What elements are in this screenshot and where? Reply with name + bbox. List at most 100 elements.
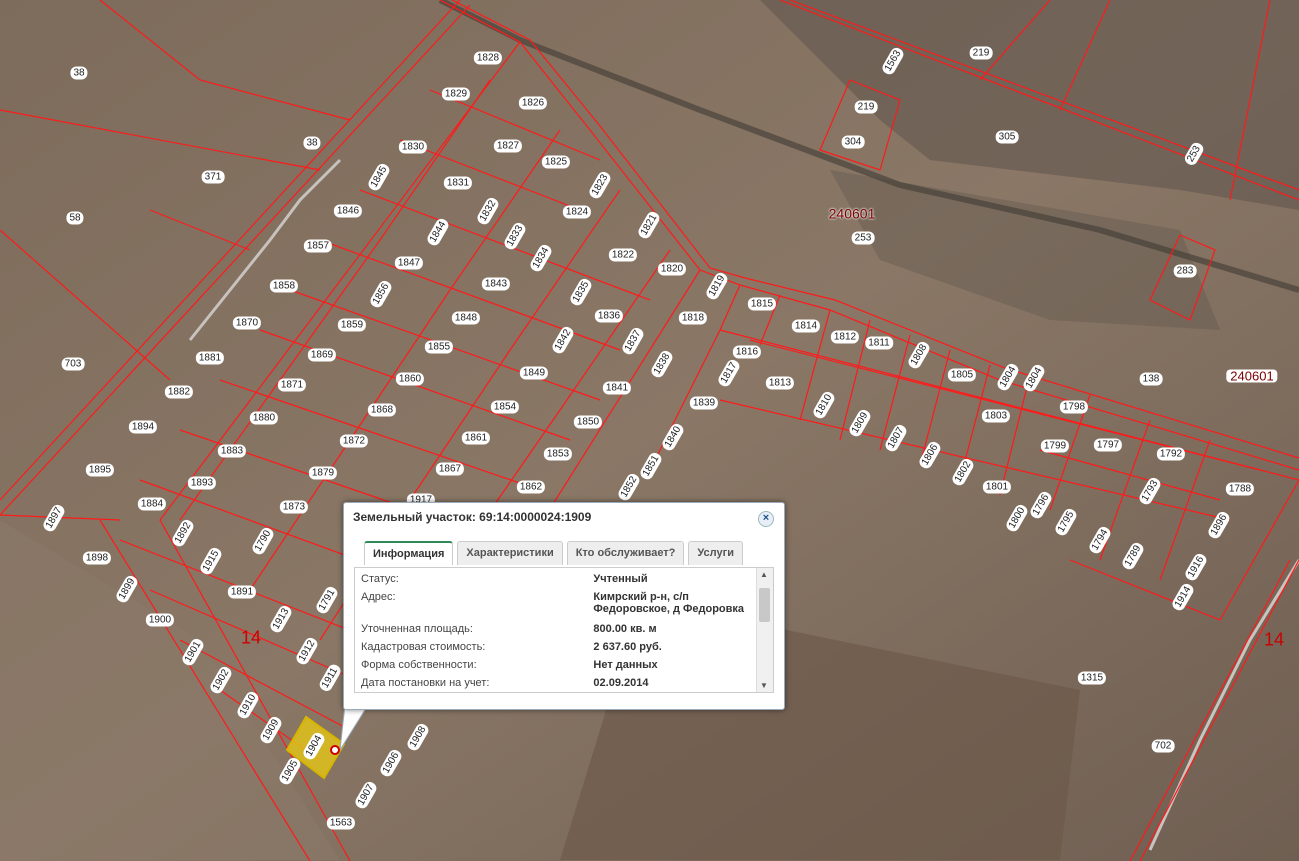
parcel-label: 1848 [451, 311, 481, 325]
info-row-ownership: Форма собственности: Нет данных [361, 659, 753, 671]
tab-who-serves[interactable]: Кто обслуживает? [566, 541, 685, 565]
parcel-label: 1879 [308, 466, 338, 480]
zone-label: 14 [1263, 629, 1285, 650]
parcel-label: 1857 [303, 239, 333, 253]
parcel-label: 702 [1151, 739, 1175, 753]
parcel-label: 1858 [269, 279, 299, 293]
parcel-info-popup: Земельный участок: 69:14:0000024:1909 × … [343, 502, 785, 710]
parcel-label: 1825 [541, 155, 571, 169]
parcel-label: 1813 [765, 376, 795, 390]
parcel-label: 1841 [602, 381, 632, 395]
parcel-label: 1830 [398, 140, 428, 154]
parcel-label: 1799 [1040, 439, 1070, 453]
close-icon[interactable]: × [758, 511, 774, 527]
parcel-label: 1900 [145, 613, 175, 627]
parcel-label: 1861 [461, 431, 491, 445]
parcel-label: 1801 [982, 480, 1012, 494]
popup-pointer [340, 705, 369, 751]
row-key: Форма собственности: [361, 659, 477, 671]
parcel-label: 1805 [947, 368, 977, 382]
parcel-label: 1792 [1156, 447, 1186, 461]
parcel-label: 1898 [82, 551, 112, 565]
location-marker-icon [330, 745, 340, 755]
parcel-label: 1846 [333, 204, 363, 218]
parcel-label: 304 [841, 135, 865, 149]
parcel-label: 1315 [1077, 671, 1107, 685]
parcel-label: 1872 [339, 434, 369, 448]
satellite-map[interactable] [0, 0, 1299, 861]
parcel-label: 1853 [543, 447, 573, 461]
parcel-label: 1816 [732, 345, 762, 359]
row-key: Уточненная площадь: [361, 623, 473, 635]
row-value: Нет данных [593, 659, 658, 671]
info-panel: Статус: Учтенный Адрес: Кимрский р-н, с/… [354, 567, 774, 693]
parcel-label: 1860 [395, 372, 425, 386]
scrollbar[interactable]: ▲ ▼ [756, 568, 773, 692]
parcel-label: 1871 [277, 378, 307, 392]
parcel-label: 1818 [678, 311, 708, 325]
parcel-label: 1839 [689, 396, 719, 410]
row-key: Адрес: [361, 591, 396, 603]
parcel-label: 1812 [830, 330, 860, 344]
parcel-label: 38 [70, 66, 88, 80]
parcel-label: 1883 [217, 444, 247, 458]
parcel-label: 1868 [367, 403, 397, 417]
parcel-label: 1870 [232, 316, 262, 330]
parcel-label: 371 [201, 170, 225, 184]
parcel-label: 1822 [608, 248, 638, 262]
parcel-label: 138 [1139, 372, 1163, 386]
parcel-label: 1893 [187, 476, 217, 490]
parcel-label: 1788 [1225, 482, 1255, 496]
parcel-label: 1854 [490, 400, 520, 414]
parcel-label: 703 [61, 357, 85, 371]
parcel-label: 1815 [747, 297, 777, 311]
parcel-label: 1563 [326, 816, 356, 830]
scroll-down-icon[interactable]: ▼ [760, 681, 768, 690]
parcel-label: 1814 [791, 319, 821, 333]
tab-info[interactable]: Информация [364, 541, 454, 565]
scroll-up-icon[interactable]: ▲ [760, 570, 768, 579]
parcel-label: 1867 [435, 462, 465, 476]
parcel-label: 1894 [128, 420, 158, 434]
scroll-thumb[interactable] [759, 588, 770, 622]
row-value: 2 637.60 руб. [593, 641, 662, 653]
parcel-label: 1880 [249, 411, 279, 425]
parcel-label: 1831 [443, 176, 473, 190]
parcel-label: 283 [1173, 264, 1197, 278]
parcel-label: 1797 [1093, 438, 1123, 452]
parcel-label: 38 [303, 136, 321, 150]
parcel-label: 1884 [137, 497, 167, 511]
parcel-label: 1820 [657, 262, 687, 276]
parcel-label: 1873 [279, 500, 309, 514]
parcel-label: 1803 [981, 409, 1011, 423]
info-row-status: Статус: Учтенный [361, 573, 753, 585]
parcel-label: 58 [66, 211, 84, 225]
info-row-cost: Кадастровая стоимость: 2 637.60 руб. [361, 641, 753, 653]
row-value: 800.00 кв. м [593, 623, 657, 635]
parcel-label: 1855 [424, 340, 454, 354]
info-row-address: Адрес: Кимрский р-н, с/п Федоровское, д … [361, 591, 753, 615]
parcel-label: 1859 [337, 318, 367, 332]
parcel-label: 1850 [573, 415, 603, 429]
parcel-label: 1826 [518, 96, 548, 110]
tab-services[interactable]: Услуги [688, 541, 743, 565]
info-row-area: Уточненная площадь: 800.00 кв. м [361, 623, 753, 635]
quarter-label: 240601 [1226, 369, 1278, 383]
popup-tabs: Информация Характеристики Кто обслуживае… [364, 541, 743, 565]
parcel-label: 253 [851, 231, 875, 245]
parcel-label: 1798 [1059, 400, 1089, 414]
parcel-label: 1811 [865, 336, 893, 350]
parcel-label: 1843 [481, 277, 511, 291]
parcel-label: 1849 [519, 366, 549, 380]
parcel-label: 219 [854, 100, 878, 114]
row-value: Учтенный [593, 573, 648, 585]
parcel-label: 1895 [85, 463, 115, 477]
tab-characteristics[interactable]: Характеристики [457, 541, 563, 565]
row-key: Кадастровая стоимость: [361, 641, 486, 653]
row-key: Статус: [361, 573, 399, 585]
parcel-label: 1836 [594, 309, 624, 323]
parcel-label: 1882 [164, 385, 194, 399]
parcel-label: 1828 [473, 51, 503, 65]
info-row-date: Дата постановки на учет: 02.09.2014 [361, 677, 753, 689]
zone-label: 14 [240, 627, 262, 648]
